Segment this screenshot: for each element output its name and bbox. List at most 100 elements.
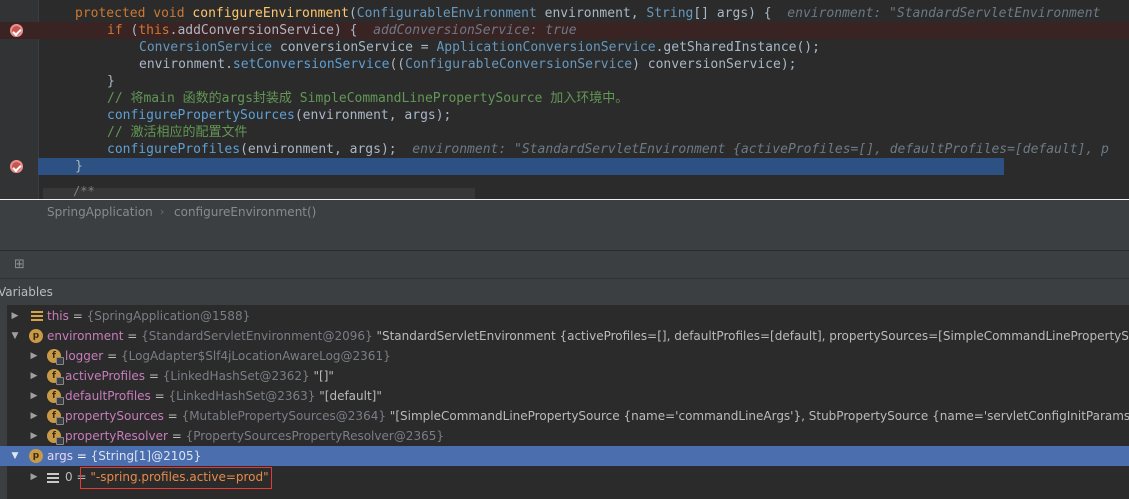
code-line-comment[interactable]: // 将main 函数的args封装成 SimpleCommandLinePro… (0, 90, 1129, 107)
highlight-annotation-box (80, 467, 272, 489)
variable-row-environment[interactable]: ▼ p environment = {StandardServletEnviro… (0, 326, 1129, 346)
var-assign: conversionService = (272, 40, 437, 55)
breadcrumb-class[interactable]: SpringApplication (47, 200, 153, 224)
variable-row-propertysources[interactable]: ▶ f propertySources = {MutablePropertySo… (0, 406, 1129, 426)
code-editor[interactable]: protected void configureEnvironment(Conf… (0, 0, 1129, 199)
inline-debug-hint: addConversionService: true (373, 23, 577, 38)
expand-arrow-icon[interactable]: ▶ (29, 366, 39, 386)
breakpoint-icon[interactable] (10, 160, 23, 173)
protected-field-icon: p (29, 329, 43, 343)
debug-tool-window-header (0, 224, 1129, 251)
collapse-arrow-icon[interactable]: ▼ (10, 326, 20, 346)
folded-doc-comment[interactable]: /** (43, 184, 475, 199)
variables-title-text: Variables (0, 285, 53, 299)
variable-name: defaultProfiles (65, 389, 151, 403)
code-comment: // 将main 函数的args封装成 SimpleCommandLinePro… (107, 91, 629, 106)
variable-type: {PropertySourcesPropertyResolver@2365} (185, 429, 444, 443)
code-line-call[interactable]: environment.setConversionService((Config… (0, 56, 1129, 73)
variable-name: this (47, 309, 69, 323)
param-type-string: String (646, 6, 694, 21)
breadcrumb: SpringApplication › configureEnvironment… (0, 200, 1129, 224)
collapse-arrow-icon[interactable]: ▼ (10, 446, 20, 466)
call-args: (environment, args); (240, 142, 397, 157)
variable-value: "[]" (313, 369, 334, 383)
expand-arrow-icon[interactable]: ▶ (29, 426, 39, 446)
array-element-icon (47, 471, 59, 485)
variable-name: activeProfiles (65, 369, 146, 383)
keyword-void: void (153, 6, 185, 21)
code-comment: // 激活相应的配置文件 (107, 125, 248, 140)
cast-close: ) conversionService); (632, 57, 797, 72)
closing-brace: } (75, 159, 83, 174)
code-line-signature[interactable]: protected void configureEnvironment(Conf… (0, 5, 1129, 22)
variable-type: {String[1]@2105} (90, 449, 202, 463)
variable-row-propertyresolver[interactable]: ▶ f propertyResolver = {PropertySourcesP… (0, 426, 1129, 446)
variable-value: "StandardServletEnvironment {activeProfi… (376, 329, 1129, 343)
variable-name: propertySources (65, 409, 164, 423)
variable-row-this[interactable]: ▶ this = {SpringApplication@1588} (0, 306, 1129, 326)
code-line-current[interactable]: } (38, 158, 1004, 175)
variable-type: {LinkedHashSet@2363} (168, 389, 316, 403)
keyword-protected: protected (75, 6, 146, 21)
cast-open: (( (389, 57, 406, 72)
field-access: .addConversionService) { (169, 23, 358, 38)
breadcrumb-method[interactable]: configureEnvironment() (174, 200, 316, 224)
type-name: ApplicationConversionService (436, 40, 656, 55)
debug-toolbar: ⊞ (0, 251, 1129, 279)
params-close: [] args) { (693, 6, 772, 21)
code-line-brace[interactable]: } (0, 73, 1129, 90)
param-name: environment, (536, 6, 647, 21)
expand-arrow-icon[interactable]: ▶ (29, 346, 39, 366)
code-line-call[interactable]: configurePropertySources(environment, ar… (0, 107, 1129, 124)
param-type: ConfigurableEnvironment (356, 6, 537, 21)
variable-type: {SpringApplication@1588} (86, 309, 251, 323)
variable-name: environment (47, 329, 124, 343)
variable-type: {LinkedHashSet@2362} (162, 369, 310, 383)
variable-type: {StandardServletEnvironment@2096} (141, 329, 373, 343)
method-call: setConversionService (232, 57, 390, 72)
paren-open: ( (122, 23, 139, 38)
final-field-icon: f (47, 349, 64, 365)
expand-arrow-icon[interactable]: ▶ (29, 467, 39, 487)
layout-icon[interactable]: ⊞ (14, 258, 25, 271)
breakpoint-icon[interactable] (10, 24, 23, 37)
variable-type: {LogAdapter$Slf4jLocationAwareLog@2361} (120, 349, 391, 363)
type-name: ConversionService (139, 40, 273, 55)
code-line-call[interactable]: configureProfiles(environment, args); en… (0, 141, 1129, 158)
keyword-this: this (138, 23, 170, 38)
expand-arrow-icon[interactable]: ▶ (29, 406, 39, 426)
variable-type: {MutablePropertySources@2364} (181, 409, 386, 423)
variables-panel-title: Variables (0, 279, 1129, 305)
protected-field-icon: p (29, 449, 43, 463)
keyword-if: if (107, 23, 123, 38)
code-line-decl[interactable]: ConversionService conversionService = Ap… (0, 39, 1129, 56)
final-field-icon: f (47, 369, 64, 385)
final-field-icon: f (47, 409, 64, 425)
call-args: (environment, args); (294, 108, 452, 123)
expand-arrow-icon[interactable]: ▶ (10, 306, 20, 326)
variable-row-args[interactable]: ▼ p args = {String[1]@2105} (0, 446, 1129, 466)
variable-row-activeprofiles[interactable]: ▶ f activeProfiles = {LinkedHashSet@2362… (0, 366, 1129, 386)
final-field-icon: f (47, 389, 64, 405)
closing-brace: } (107, 74, 115, 89)
method-name: configureEnvironment (192, 6, 349, 21)
doc-comment-start: /** (73, 184, 95, 198)
variable-name: propertyResolver (65, 429, 168, 443)
code-line-comment[interactable]: // 激活相应的配置文件 (0, 124, 1129, 141)
variable-value: "[SimpleCommandLinePropertySource {name=… (389, 409, 1129, 423)
variable-name: args (47, 449, 73, 463)
receiver: environment. (139, 57, 233, 72)
code-line-if[interactable]: if (this.addConversionService) { addConv… (0, 22, 1129, 39)
variable-value: "[default]" (319, 389, 382, 403)
inline-debug-hint: environment: "StandardServletEnvironment… (412, 142, 1109, 157)
variable-name: 0 (65, 470, 73, 484)
field-icon (31, 310, 43, 322)
variable-row-logger[interactable]: ▶ f logger = {LogAdapter$Slf4jLocationAw… (0, 346, 1129, 366)
paren-open: ( (348, 6, 357, 21)
expand-arrow-icon[interactable]: ▶ (29, 386, 39, 406)
method-call: .getSharedInstance(); (655, 40, 820, 55)
breadcrumb-separator: › (160, 205, 165, 218)
variable-row-defaultprofiles[interactable]: ▶ f defaultProfiles = {LinkedHashSet@236… (0, 386, 1129, 406)
inline-debug-hint: environment: "StandardServletEnvironment (787, 6, 1101, 21)
variable-name: logger (65, 349, 104, 363)
